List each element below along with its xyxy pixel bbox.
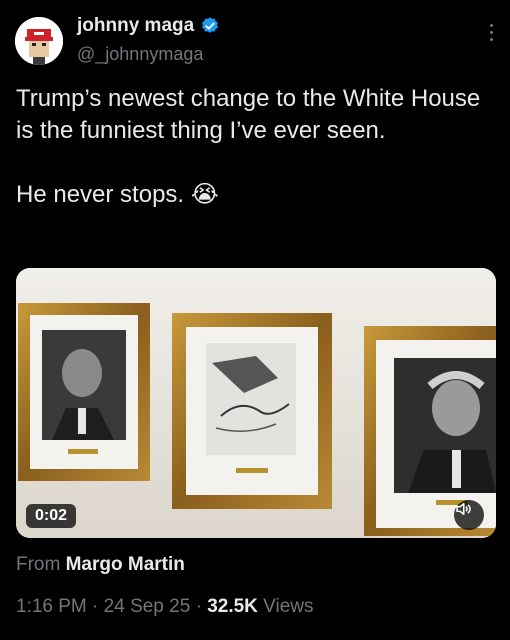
more-options-icon[interactable] bbox=[488, 24, 494, 44]
avatar-image bbox=[15, 17, 63, 65]
meta-separator: · bbox=[86, 596, 104, 617]
signature-frame-center bbox=[172, 313, 332, 509]
portrait-frame-left bbox=[18, 303, 150, 481]
media-source: From Margo Martin bbox=[16, 554, 185, 576]
source-prefix: From bbox=[16, 554, 61, 575]
meta-separator: · bbox=[190, 596, 208, 617]
mute-toggle-button[interactable] bbox=[454, 500, 484, 530]
verified-badge-icon bbox=[202, 17, 219, 33]
source-name-link[interactable]: Margo Martin bbox=[66, 554, 185, 575]
tweet-text: Trump’s newest change to the White House… bbox=[16, 83, 486, 211]
tweet-text-line1: Trump’s newest change to the White House… bbox=[16, 85, 481, 144]
video-player[interactable]: 0:02 bbox=[16, 268, 496, 538]
video-frame-image bbox=[16, 268, 496, 538]
author-name[interactable]: johnny maga bbox=[77, 15, 194, 37]
avatar[interactable] bbox=[15, 17, 63, 65]
author-name-row[interactable]: johnny maga bbox=[77, 15, 220, 37]
tweet-metadata: 1:16 PM · 24 Sep 25 · 32.5K Views bbox=[16, 596, 314, 618]
tweet-text-line2: He never stops. 😭 bbox=[16, 181, 219, 208]
views-label: Views bbox=[257, 596, 314, 617]
tweet-date[interactable]: 24 Sep 25 bbox=[104, 596, 191, 617]
video-duration-badge: 0:02 bbox=[26, 504, 77, 528]
author-handle[interactable]: @_johnnymaga bbox=[77, 44, 203, 65]
tweet-time[interactable]: 1:16 PM bbox=[16, 596, 87, 617]
views-count: 32.5K bbox=[207, 596, 258, 617]
speaker-icon bbox=[456, 503, 471, 515]
